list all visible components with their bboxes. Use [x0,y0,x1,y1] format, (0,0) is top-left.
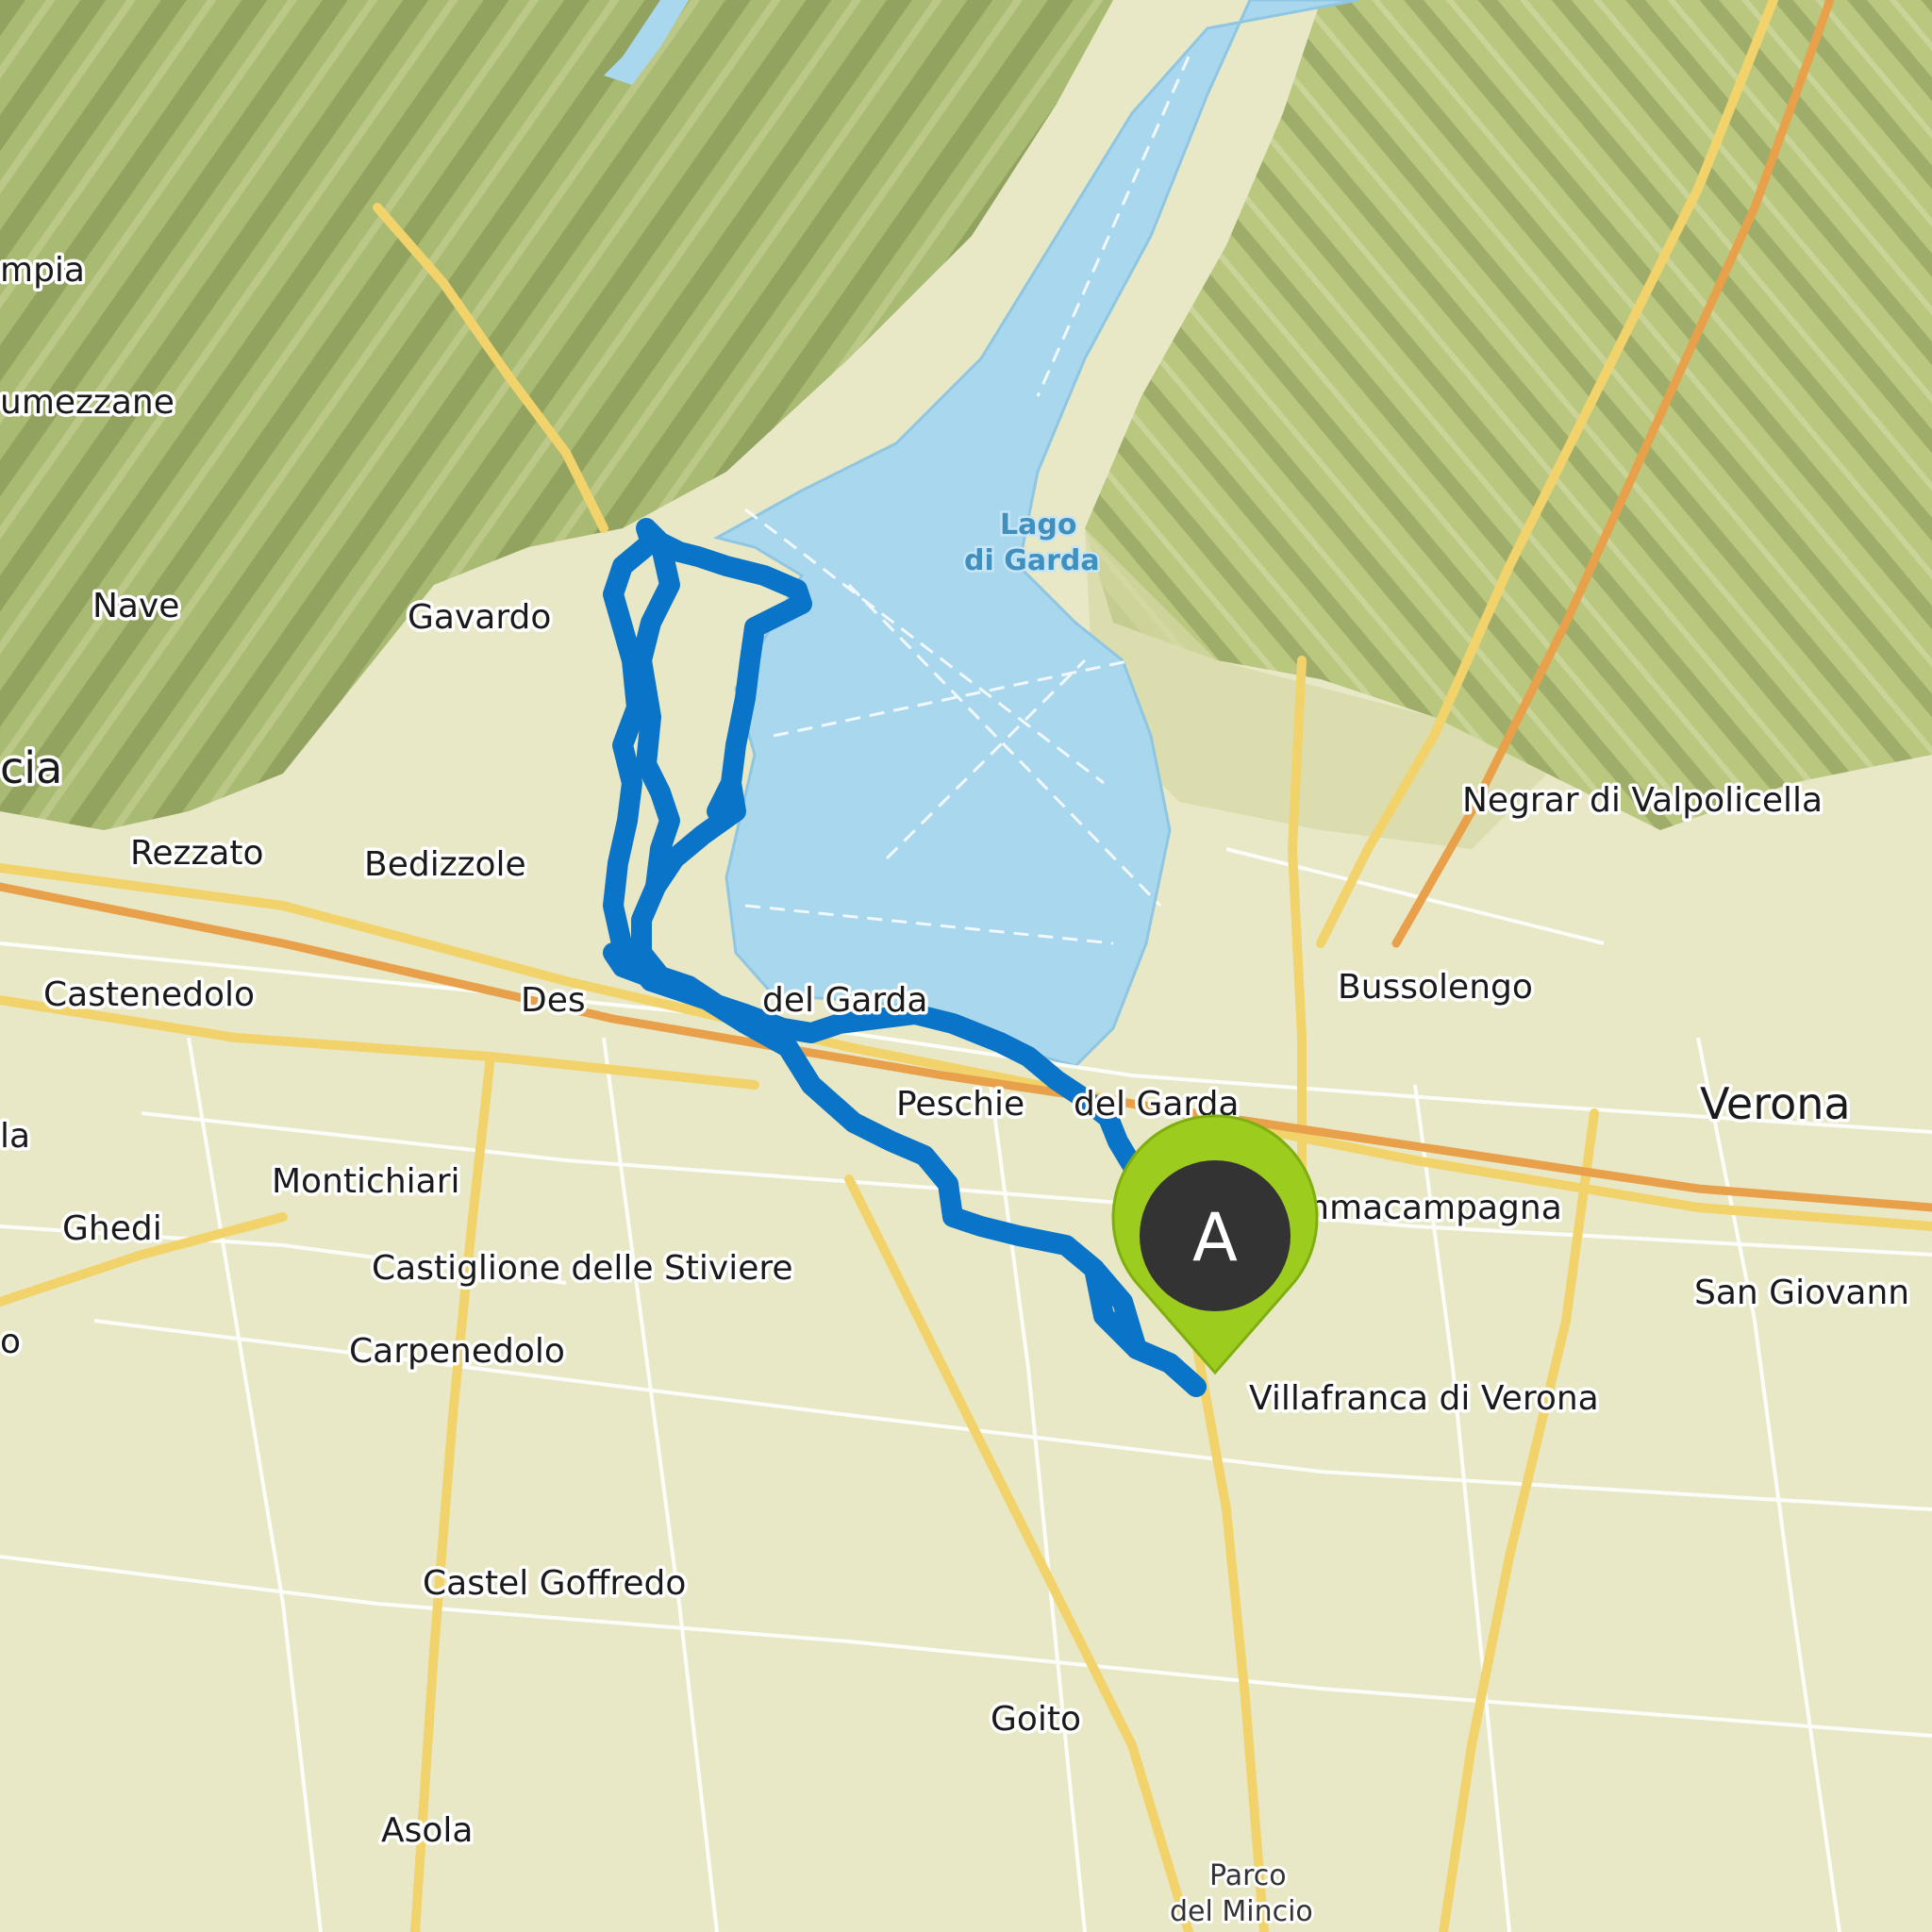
place-label-lumezzane: umezzane [0,383,175,422]
place-label-san-giovanni: San Giovann [1694,1274,1909,1312]
place-label-nave: Nave [92,587,179,625]
place-label-ghedi: Ghedi [62,1209,162,1248]
place-label-edge-o: o [0,1323,21,1361]
start-marker-letter: A [1192,1199,1238,1276]
lake-label-line2: di Garda [964,544,1100,577]
place-label-carpenedolo: Carpenedolo [349,1332,565,1371]
place-label-goito: Goito [991,1700,1081,1739]
place-label-desenzano-part2: del Garda [762,981,927,1020]
place-label-negrar: Negrar di Valpolicella [1462,781,1823,820]
lake-label-line1: Lago [1000,508,1076,541]
place-label-bedizzole: Bedizzole [364,845,526,884]
place-label-valtrompia: mpia [0,251,85,290]
map-view[interactable]: mpia umezzane Nave Gavardo cia Rezzato B… [0,0,1932,1932]
place-label-parco-line2: del Mincio [1170,1895,1313,1928]
place-label-gavardo: Gavardo [408,598,551,637]
place-label-castenedolo: Castenedolo [43,975,255,1014]
place-label-rezzato: Rezzato [130,834,264,873]
place-label-bussolengo: Bussolengo [1338,968,1533,1007]
place-label-villafranca: Villafranca di Verona [1249,1379,1599,1418]
place-label-montichiari: Montichiari [272,1162,460,1201]
place-label-desenzano-part1: Des [521,981,586,1020]
place-label-castiglione: Castiglione delle Stiviere [372,1249,793,1288]
place-label-castel-goffredo: Castel Goffredo [423,1564,686,1603]
place-label-brescia: cia [0,742,62,793]
place-label-peschiera-part1: Peschie [896,1085,1024,1124]
place-label-parco-line1: Parco [1209,1859,1287,1892]
place-label-edge-la: la [0,1117,30,1156]
place-label-asola: Asola [381,1811,473,1850]
place-label-verona: Verona [1700,1078,1851,1129]
place-label-sommacampagna: mmacampagna [1296,1189,1562,1227]
